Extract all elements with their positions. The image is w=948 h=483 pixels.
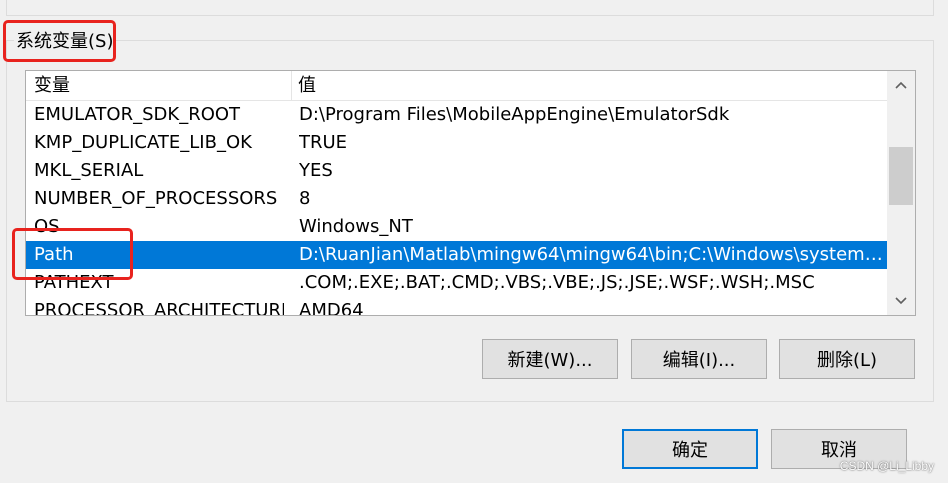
variable-value: TRUE bbox=[299, 132, 348, 153]
column-header-value[interactable]: 值 bbox=[292, 71, 887, 101]
delete-button[interactable]: 删除(L) bbox=[779, 339, 915, 379]
vertical-scrollbar[interactable] bbox=[887, 71, 915, 315]
table-row[interactable]: NUMBER_OF_PROCESSORS 8 bbox=[26, 185, 887, 213]
table-row[interactable]: EMULATOR_SDK_ROOT D:\Program Files\Mobil… bbox=[26, 101, 887, 129]
table-row[interactable]: OS Windows_NT bbox=[26, 213, 887, 241]
table-row[interactable]: PROCESSOR_ARCHITECTURE AMD64 bbox=[26, 297, 887, 316]
variable-name: PROCESSOR_ARCHITECTURE bbox=[34, 300, 284, 316]
edit-button[interactable]: 编辑(I)... bbox=[631, 339, 767, 379]
user-variables-group-edge bbox=[6, 0, 934, 16]
variable-value: Windows_NT bbox=[299, 216, 413, 237]
list-header: 变量 值 bbox=[26, 71, 887, 101]
variable-name: Path bbox=[34, 244, 74, 265]
scroll-up-icon[interactable] bbox=[887, 71, 915, 99]
table-row[interactable]: Path D:\RuanJian\Matlab\mingw64\mingw64\… bbox=[26, 241, 887, 269]
table-row[interactable]: PATHEXT .COM;.EXE;.BAT;.CMD;.VBS;.VBE;.J… bbox=[26, 269, 887, 297]
column-header-variable[interactable]: 变量 bbox=[26, 71, 292, 101]
system-variables-list[interactable]: 变量 值 EMULATOR_SDK_ROOT D:\Program Files\… bbox=[25, 70, 916, 316]
variable-value: D:\Program Files\MobileAppEngine\Emulato… bbox=[299, 104, 730, 125]
ok-button[interactable]: 确定 bbox=[622, 429, 758, 469]
variable-value: AMD64 bbox=[299, 300, 364, 316]
system-variables-title: 系统变量(S) bbox=[14, 30, 116, 54]
table-row[interactable]: KMP_DUPLICATE_LIB_OK TRUE bbox=[26, 129, 887, 157]
variable-value: D:\RuanJian\Matlab\mingw64\mingw64\bin;C… bbox=[299, 244, 884, 265]
list-rows: EMULATOR_SDK_ROOT D:\Program Files\Mobil… bbox=[26, 101, 887, 316]
variable-value: 8 bbox=[299, 188, 311, 209]
variable-name: MKL_SERIAL bbox=[34, 160, 144, 181]
table-row[interactable]: MKL_SERIAL YES bbox=[26, 157, 887, 185]
scroll-down-icon[interactable] bbox=[887, 287, 915, 315]
watermark: CSDN @Li_Libby bbox=[839, 459, 934, 473]
variable-value: .COM;.EXE;.BAT;.CMD;.VBS;.VBE;.JS;.JSE;.… bbox=[299, 272, 815, 293]
variable-name: EMULATOR_SDK_ROOT bbox=[34, 104, 241, 125]
new-button[interactable]: 新建(W)... bbox=[482, 339, 618, 379]
variable-name: KMP_DUPLICATE_LIB_OK bbox=[34, 132, 252, 153]
scrollbar-thumb[interactable] bbox=[889, 147, 913, 205]
variable-name: NUMBER_OF_PROCESSORS bbox=[34, 188, 278, 209]
variable-value: YES bbox=[299, 160, 333, 181]
variable-name: PATHEXT bbox=[34, 272, 114, 293]
variable-name: OS bbox=[34, 216, 60, 237]
